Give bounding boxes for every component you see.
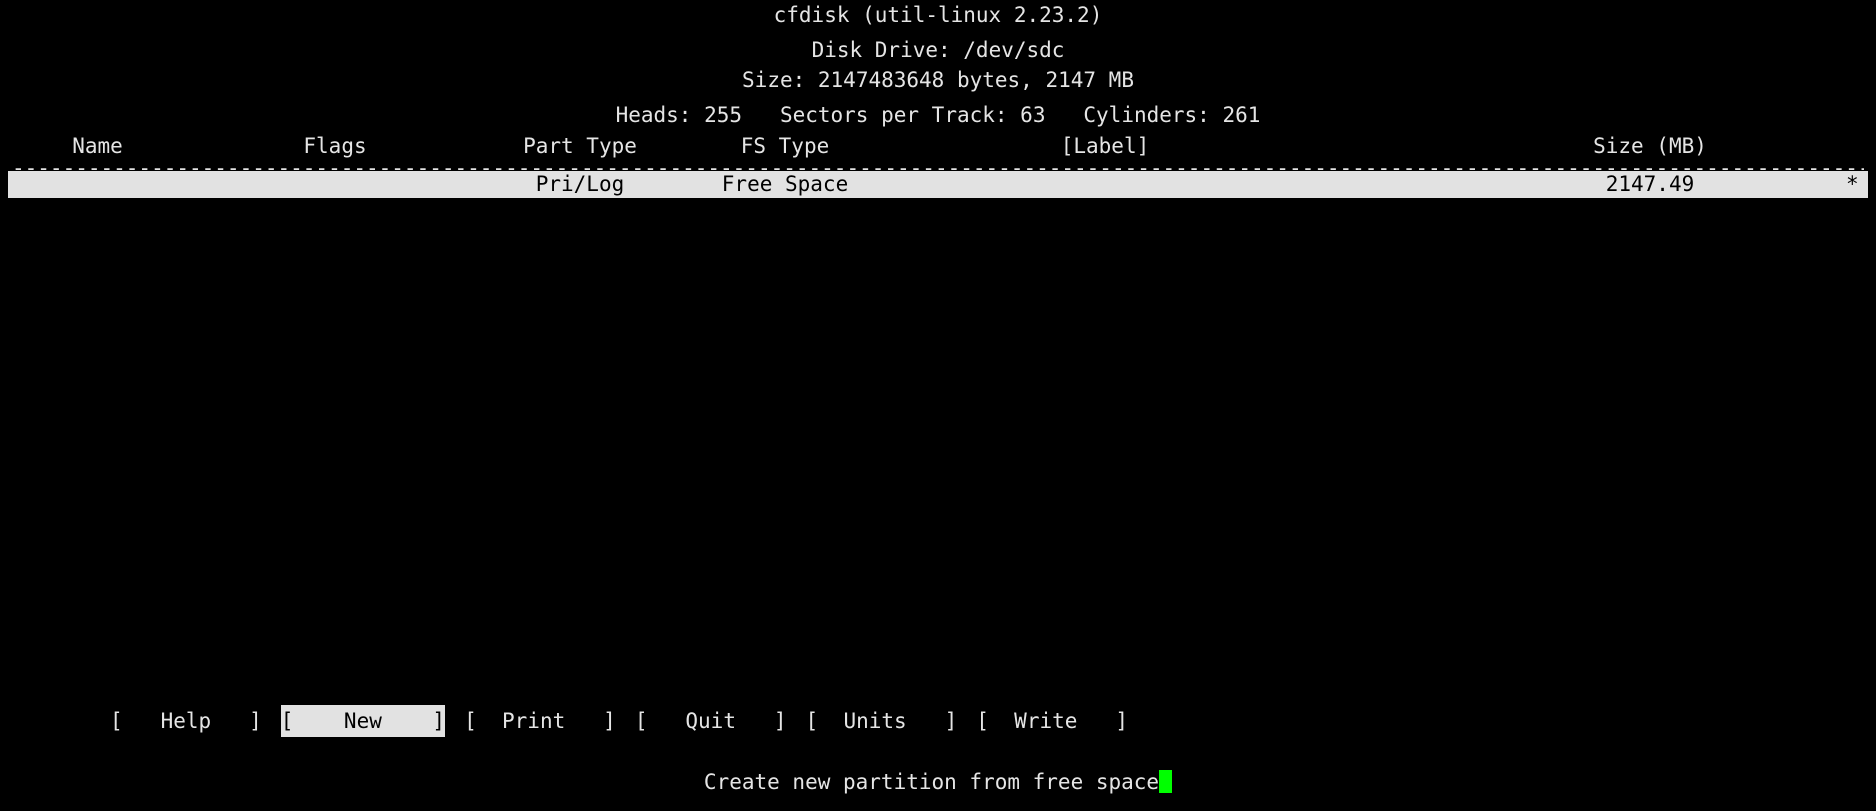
cell-fs-type: Free Space [721, 172, 849, 196]
cfdisk-terminal-screen: cfdisk (util-linux 2.23.2) Disk Drive: /… [0, 0, 1876, 811]
table-row[interactable]: Pri/Log Free Space 2147.49 * [8, 171, 1868, 198]
status-message: Create new partition from free space [703, 770, 1160, 794]
print-button[interactable]: [ Print ] [464, 705, 616, 737]
cell-part-type: Pri/Log [535, 172, 625, 196]
disk-geometry-line: Heads: 255 Sectors per Track: 63 Cylinde… [615, 103, 1261, 127]
new-button[interactable]: [ New ] [280, 705, 446, 737]
menu-button-bar: [ Help ] [ New ] [ Print ] [ Quit ] [ Units … [0, 705, 1876, 737]
text-cursor [1159, 770, 1173, 793]
cell-size-mb: 2147.49 [1605, 172, 1695, 196]
help-button[interactable]: [ Help ] [110, 705, 262, 737]
write-button[interactable]: [ Write ] [976, 705, 1128, 737]
quit-button[interactable]: [ Quit ] [635, 705, 787, 737]
units-button[interactable]: [ Units ] [806, 705, 958, 737]
status-bar: Create new partition from free space [0, 766, 1876, 798]
free-space-marker-icon: * [1846, 172, 1859, 196]
